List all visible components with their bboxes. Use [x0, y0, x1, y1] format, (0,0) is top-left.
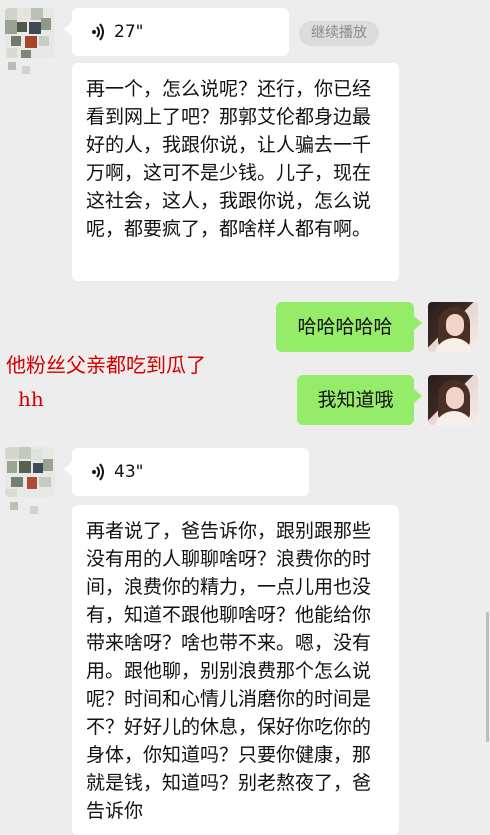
avatar-mosaic-fragment	[30, 506, 38, 514]
outgoing-message[interactable]: 哈哈哈哈哈	[276, 302, 422, 352]
avatar-mosaic-fragment	[22, 66, 30, 74]
annotation-line-2: hh	[18, 387, 44, 411]
avatar-mosaic-fragment	[8, 62, 16, 70]
my-avatar[interactable]	[428, 302, 478, 352]
voice-transcript: 再一个，怎么说呢？还行，你已经看到网上了吧？那郭艾伦都身边最好的人，我跟你说，让…	[72, 63, 399, 281]
my-avatar[interactable]	[428, 375, 478, 425]
outgoing-message[interactable]: 我知道哦	[297, 375, 422, 425]
contact-avatar[interactable]	[5, 447, 55, 497]
avatar-mosaic-fragment	[10, 502, 18, 510]
transcript-text: 再一个，怎么说呢？还行，你已经看到网上了吧？那郭艾伦都身边最好的人，我跟你说，让…	[86, 78, 372, 240]
voice-wave-icon	[90, 463, 106, 481]
voice-message[interactable]: 43"	[64, 448, 309, 496]
message-text: 哈哈哈哈哈	[297, 316, 393, 338]
voice-message[interactable]: 27"	[64, 8, 289, 56]
voice-duration: 27"	[114, 22, 144, 42]
scrollbar[interactable]	[486, 612, 489, 742]
annotation-line-1: 他粉丝父亲都吃到瓜了	[6, 353, 206, 377]
voice-duration: 43"	[114, 462, 144, 482]
transcript-text: 再者说了，爸告诉你，跟别跟那些没有用的人聊聊啥呀？浪费你的时间，浪费你的精力，一…	[86, 520, 372, 822]
message-text: 我知道哦	[317, 389, 394, 411]
voice-transcript: 再者说了，爸告诉你，跟别跟那些没有用的人聊聊啥呀？浪费你的时间，浪费你的精力，一…	[72, 505, 399, 835]
voice-wave-icon	[90, 23, 106, 41]
continue-playing-button[interactable]: 继续播放	[299, 21, 379, 46]
contact-avatar[interactable]	[5, 8, 55, 58]
